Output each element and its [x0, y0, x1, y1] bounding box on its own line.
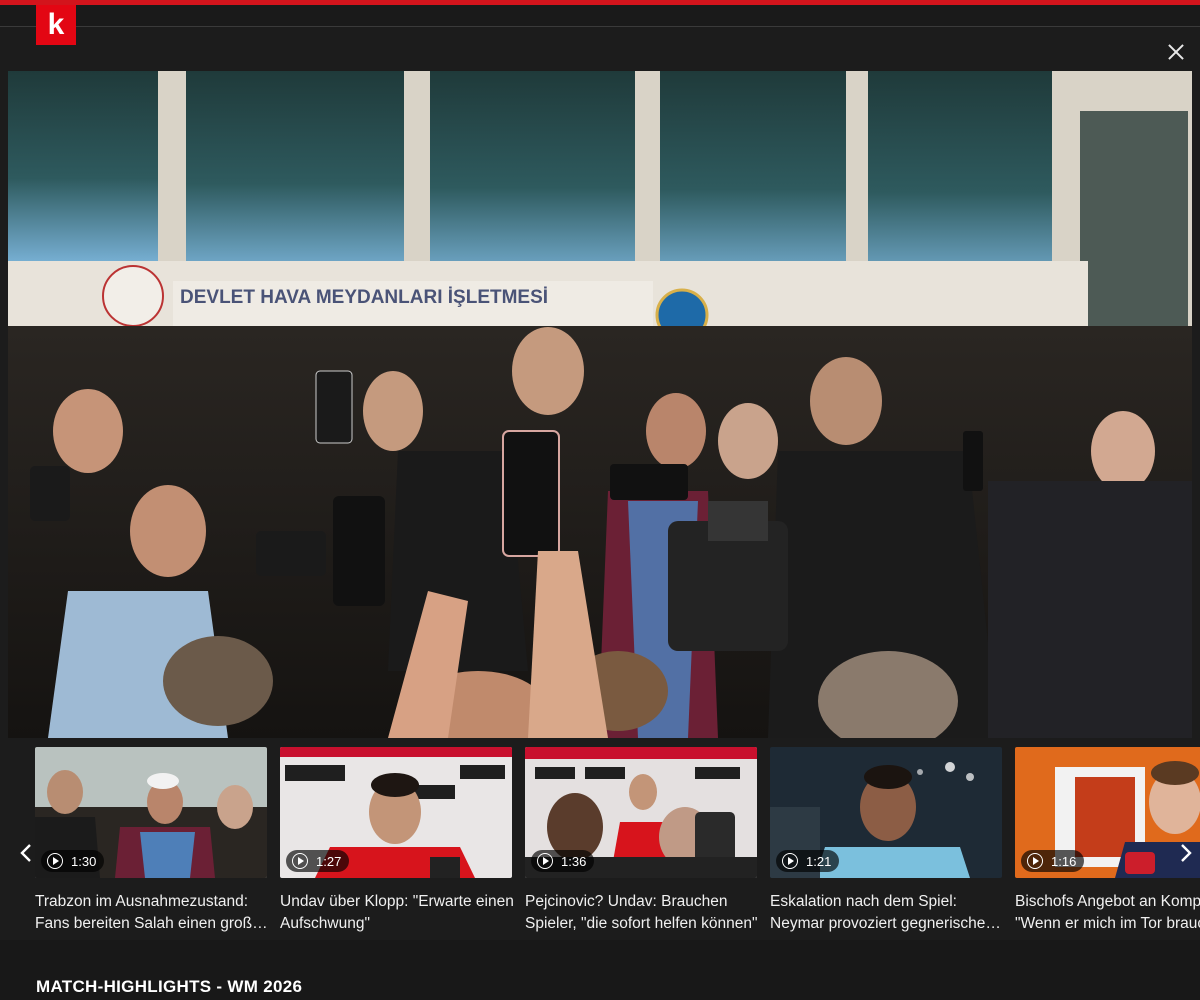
- section-title: MATCH-HIGHLIGHTS - WM 2026: [36, 977, 303, 996]
- duration-label: 1:30: [71, 853, 97, 869]
- duration-label: 1:16: [1051, 853, 1077, 869]
- video-title-line: Aufschwung": [280, 915, 370, 932]
- play-icon: [782, 853, 798, 869]
- video-thumbnail: 1:30: [35, 747, 267, 878]
- video-overlay: DEVLET HAVA MEYDANLARI İŞLETMESİ 1:30 Tr…: [0, 27, 1200, 940]
- video-title: Undav über Klopp: "Erwarte einen Aufschw…: [280, 891, 520, 935]
- duration-label: 1:27: [316, 853, 342, 869]
- play-icon: [1027, 853, 1043, 869]
- duration-badge: 1:16: [1021, 850, 1085, 872]
- building-sign: DEVLET HAVA MEYDANLARI İŞLETMESİ: [180, 287, 548, 308]
- video-title-line: Bischofs Angebot an Kompa: [1015, 893, 1200, 910]
- kicker-logo[interactable]: k: [36, 5, 76, 45]
- play-icon: [537, 853, 553, 869]
- video-card[interactable]: 1:21 Eskalation nach dem Spiel: Neymar p…: [770, 747, 1002, 935]
- video-title: Pejcinovic? Undav: Brauchen Spieler, "di…: [525, 891, 765, 935]
- video-title: Trabzon im Ausnahmezustand: Fans bereite…: [35, 891, 275, 935]
- video-card[interactable]: 1:27 Undav über Klopp: "Erwarte einen Au…: [280, 747, 514, 935]
- video-title-line: "Wenn er mich im Tor brauc: [1015, 915, 1200, 932]
- carousel-next-button[interactable]: [1172, 839, 1200, 867]
- video-title-line: Spieler, "die sofort helfen können": [525, 915, 758, 932]
- video-title-line: Eskalation nach dem Spiel:: [770, 893, 957, 910]
- video-title: Eskalation nach dem Spiel: Neymar provoz…: [770, 891, 1010, 935]
- video-frame: DEVLET HAVA MEYDANLARI İŞLETMESİ: [8, 71, 1192, 738]
- video-thumbnail: 1:27: [280, 747, 512, 878]
- video-title-line: Undav über Klopp: "Erwarte einen: [280, 893, 514, 910]
- video-thumbnail: 1:21: [770, 747, 1002, 878]
- close-icon[interactable]: [1162, 39, 1190, 67]
- video-card[interactable]: 1:36 Pejcinovic? Undav: Brauchen Spieler…: [525, 747, 757, 935]
- video-title-line: Fans bereiten Salah einen große…: [35, 915, 275, 932]
- duration-badge: 1:21: [776, 850, 840, 872]
- video-player[interactable]: DEVLET HAVA MEYDANLARI İŞLETMESİ: [8, 71, 1192, 738]
- video-thumbnail: 1:36: [525, 747, 757, 878]
- video-title: Bischofs Angebot an Kompa "Wenn er mich …: [1015, 891, 1200, 935]
- duration-badge: 1:36: [531, 850, 595, 872]
- video-title-line: Trabzon im Ausnahmezustand:: [35, 893, 249, 910]
- play-icon: [47, 853, 63, 869]
- duration-badge: 1:27: [286, 850, 350, 872]
- play-icon: [292, 853, 308, 869]
- duration-label: 1:36: [561, 853, 587, 869]
- video-title-line: Neymar provoziert gegnerische…: [770, 915, 1001, 932]
- carousel-prev-button[interactable]: [12, 839, 40, 867]
- match-highlights-section: MATCH-HIGHLIGHTS - WM 2026: [0, 940, 1200, 1000]
- video-card[interactable]: 1:30 Trabzon im Ausnahmezustand: Fans be…: [35, 747, 275, 935]
- video-carousel: 1:30 Trabzon im Ausnahmezustand: Fans be…: [0, 747, 1200, 937]
- video-title-line: Pejcinovic? Undav: Brauchen: [525, 893, 728, 910]
- duration-label: 1:21: [806, 853, 832, 869]
- duration-badge: 1:30: [41, 850, 105, 872]
- site-header: [0, 5, 1200, 27]
- chevron-left-icon: [20, 844, 31, 862]
- chevron-right-icon: [1181, 844, 1192, 862]
